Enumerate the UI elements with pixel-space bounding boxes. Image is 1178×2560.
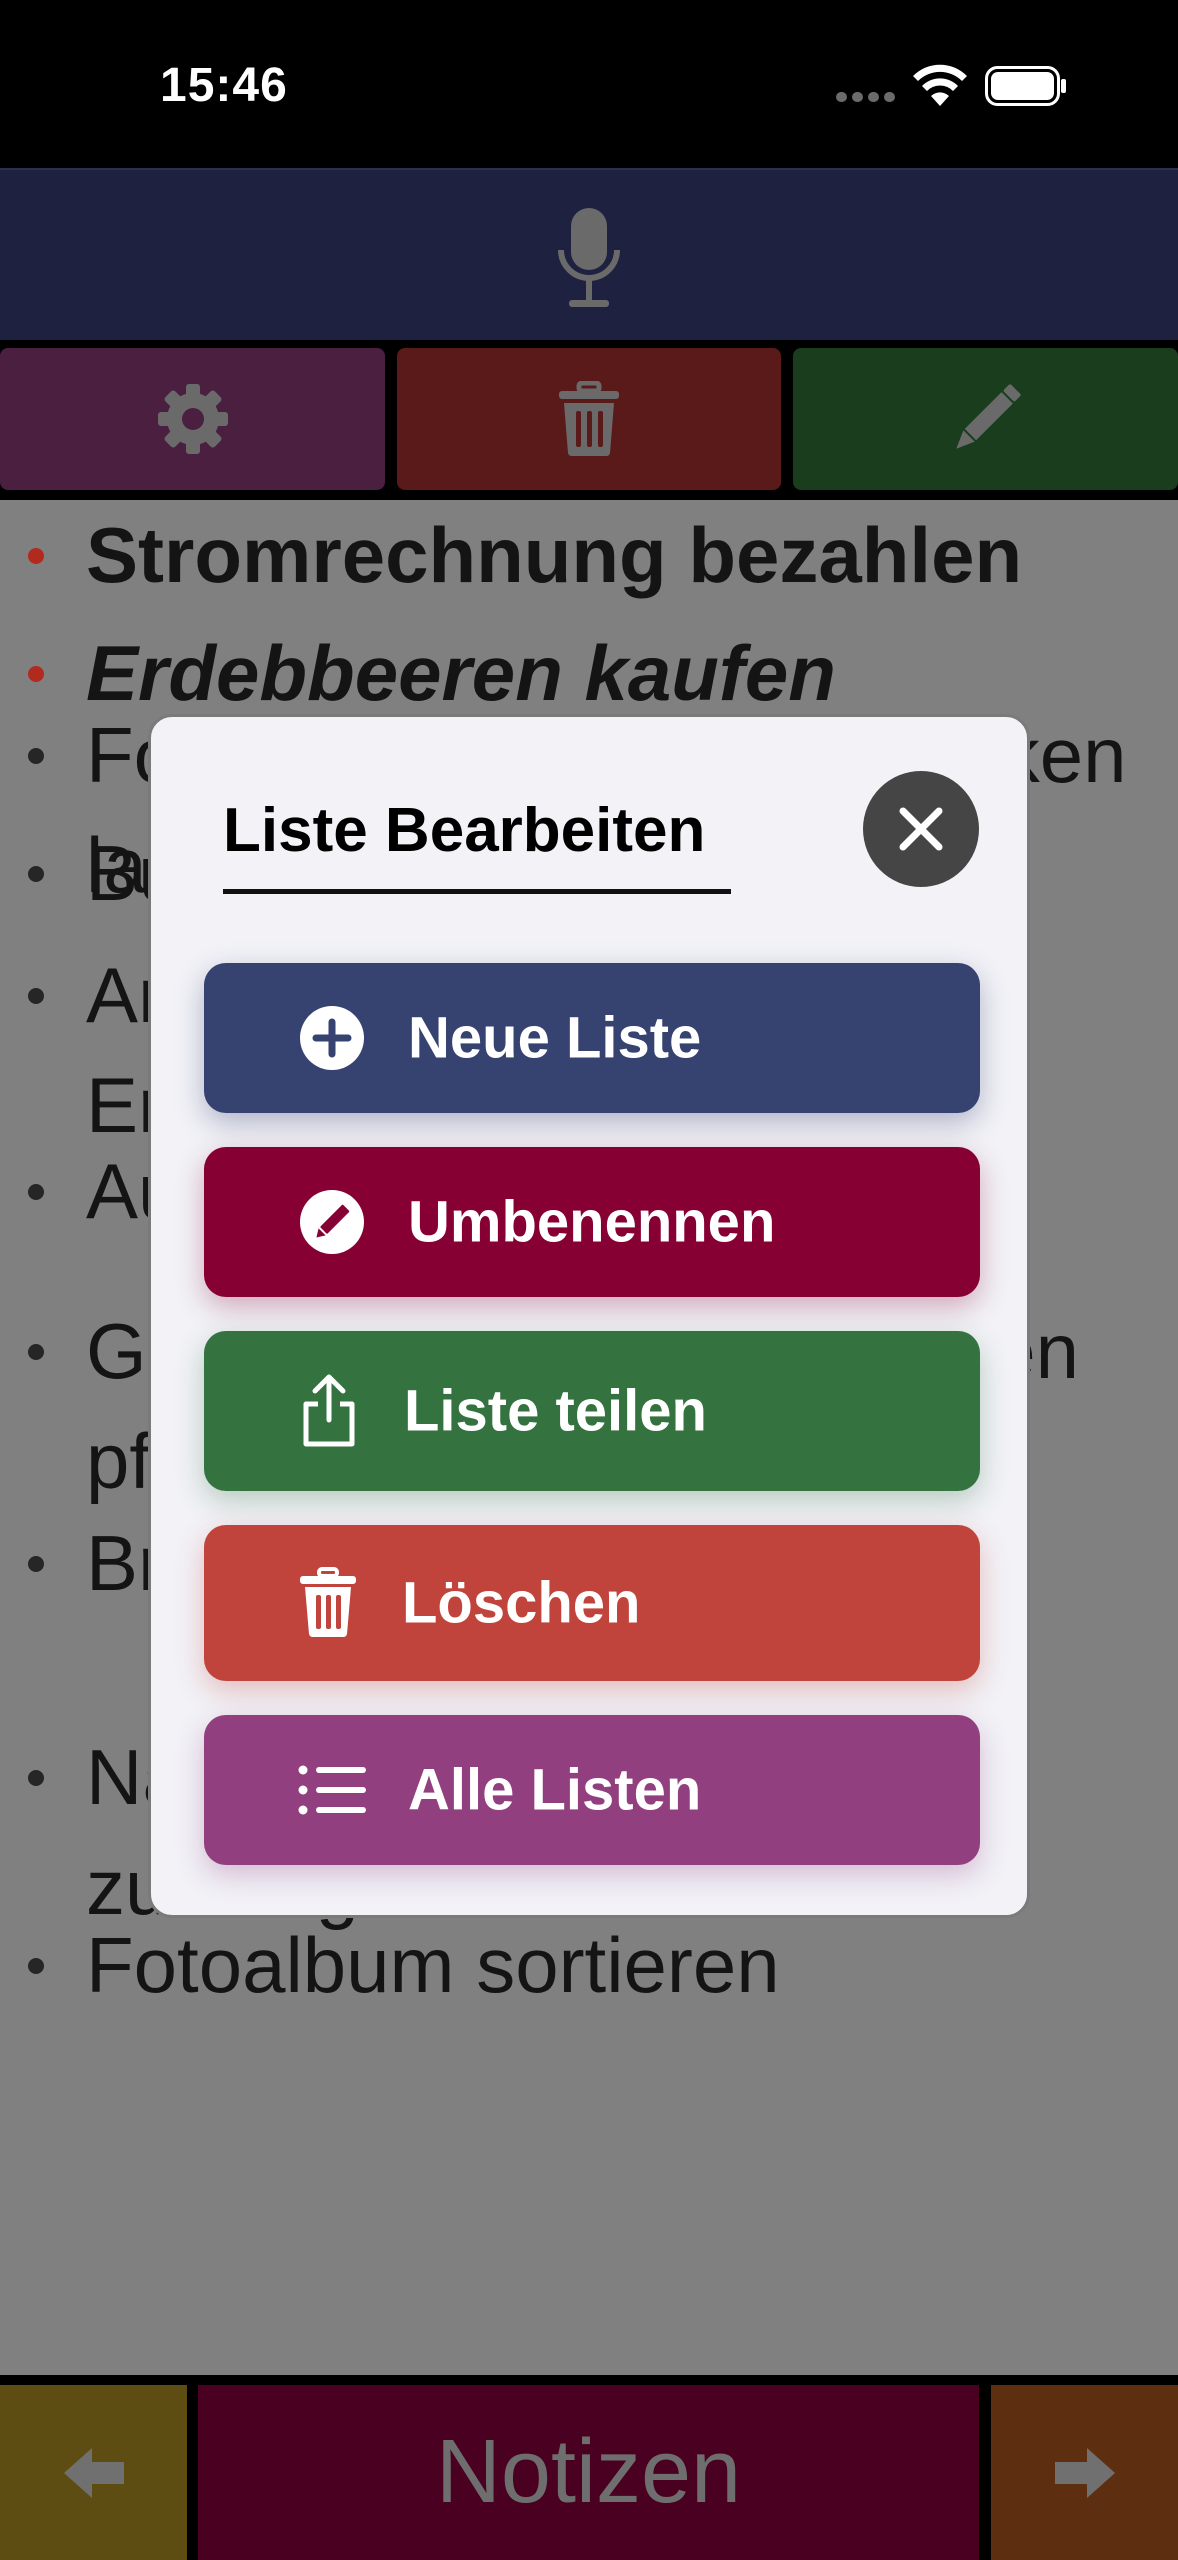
next-list-button[interactable] [991, 2385, 1178, 2560]
rename-label: Umbenennen [408, 1189, 776, 1255]
wifi-icon [913, 64, 967, 106]
status-time: 15:46 [160, 59, 288, 112]
gear-icon [157, 384, 228, 454]
pencil-circle-icon [300, 1190, 364, 1254]
delete-list-label: Löschen [402, 1570, 641, 1636]
arrow-right-icon [1054, 2447, 1115, 2498]
previous-list-button[interactable] [0, 2385, 187, 2560]
dialog-title: Liste Bearbeiten [223, 796, 706, 865]
rename-button[interactable]: Umbenennen [204, 1147, 980, 1297]
list-icon [298, 1765, 366, 1815]
share-list-label: Liste teilen [404, 1378, 707, 1444]
plus-circle-icon [300, 1006, 364, 1070]
list-title[interactable]: Notizen [198, 2385, 979, 2560]
microphone-icon [558, 208, 620, 307]
bullet-icon [28, 866, 44, 882]
close-button[interactable] [863, 771, 979, 887]
edit-note-button[interactable] [793, 348, 1178, 490]
pencil-icon [955, 384, 1021, 449]
cellular-signal-icon [836, 92, 896, 102]
status-bar: 15:46 [0, 0, 1178, 168]
bullet-icon [28, 748, 44, 764]
bottom-navigation: Notizen [0, 2375, 1178, 2560]
trash-icon [300, 1567, 356, 1638]
bullet-icon [28, 988, 44, 1004]
trash-icon [559, 381, 619, 457]
settings-button[interactable] [0, 348, 385, 490]
bullet-icon [28, 1556, 44, 1572]
edit-list-dialog: Liste Bearbeiten Neue Liste Umbenennen L… [148, 714, 1030, 1918]
new-list-label: Neue Liste [408, 1005, 702, 1071]
bullet-icon [28, 666, 44, 682]
delete-note-button[interactable] [397, 348, 781, 490]
note-text: Fotoalbum sortieren [86, 1921, 780, 2009]
battery-icon [985, 66, 1066, 106]
bullet-icon [28, 1958, 44, 1974]
share-icon [303, 1374, 355, 1447]
delete-list-button[interactable]: Löschen [204, 1525, 980, 1681]
voice-input-button[interactable] [0, 168, 1178, 340]
bullet-icon [28, 1770, 44, 1786]
close-icon [899, 807, 943, 851]
title-underline [223, 889, 731, 894]
bullet-icon [28, 1184, 44, 1200]
all-lists-label: Alle Listen [408, 1757, 702, 1823]
new-list-button[interactable]: Neue Liste [204, 963, 980, 1113]
bullet-icon [28, 1344, 44, 1360]
arrow-left-icon [63, 2447, 124, 2498]
note-text: Stromrechnung bezahlen [86, 511, 1023, 599]
bullet-icon [28, 548, 44, 564]
share-list-button[interactable]: Liste teilen [204, 1331, 980, 1491]
all-lists-button[interactable]: Alle Listen [204, 1715, 980, 1865]
